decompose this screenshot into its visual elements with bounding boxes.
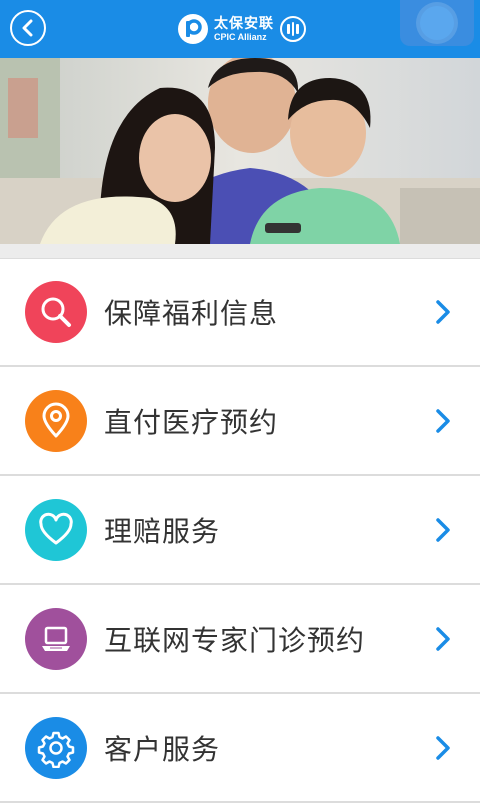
assist-dot-icon xyxy=(420,6,454,40)
brand-name-en: CPIC Allianz xyxy=(214,31,267,42)
app-header: 太保安联 CPIC Allianz xyxy=(0,0,480,58)
allianz-logo-icon xyxy=(280,16,306,42)
chevron-right-icon xyxy=(436,300,450,324)
menu-item-benefits-info[interactable]: 保障福利信息 xyxy=(0,258,480,367)
menu-item-claims[interactable]: 理赔服务 xyxy=(0,476,480,585)
brand-text: 太保安联 CPIC Allianz xyxy=(214,17,274,42)
search-icon xyxy=(25,281,87,343)
location-pin-icon xyxy=(25,389,87,452)
chevron-right-icon xyxy=(436,408,450,433)
service-menu: 保障福利信息 直付医疗预约 理赔服务 互联网专家门诊预约 客户服务 xyxy=(0,258,480,803)
chevron-right-icon xyxy=(436,517,450,542)
family-banner-image xyxy=(0,58,480,244)
cpic-logo-icon xyxy=(178,14,208,44)
menu-item-label: 互联网专家门诊预约 xyxy=(104,623,366,657)
back-button[interactable] xyxy=(10,10,46,46)
heart-icon xyxy=(25,498,87,561)
chevron-right-icon xyxy=(436,735,450,760)
menu-item-label: 直付医疗预约 xyxy=(104,405,279,439)
brand-logo-group: 太保安联 CPIC Allianz xyxy=(178,10,306,48)
gear-icon xyxy=(25,716,87,779)
menu-item-label: 保障福利信息 xyxy=(104,297,279,330)
menu-item-online-expert-clinic[interactable]: 互联网专家门诊预约 xyxy=(0,585,480,694)
laptop-icon xyxy=(25,607,87,670)
brand-name-cn: 太保安联 xyxy=(214,15,274,32)
chevron-right-icon xyxy=(436,626,450,651)
menu-item-customer-service[interactable]: 客户服务 xyxy=(0,694,480,803)
floating-assist-button[interactable] xyxy=(400,0,474,46)
back-arrow-icon xyxy=(22,19,33,37)
menu-item-label: 理赔服务 xyxy=(104,514,221,548)
menu-item-direct-billing[interactable]: 直付医疗预约 xyxy=(0,367,480,476)
menu-item-label: 客户服务 xyxy=(104,732,221,766)
